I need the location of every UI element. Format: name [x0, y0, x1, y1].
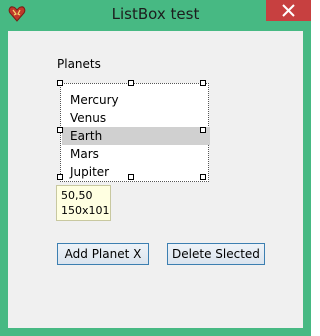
resize-handle-right[interactable]: [200, 127, 206, 133]
close-button[interactable]: [266, 0, 311, 21]
list-item[interactable]: Venus: [62, 109, 210, 127]
resize-handle-left[interactable]: [57, 127, 63, 133]
client-area: Planets Mercury Venus Earth Mars Jupiter…: [8, 31, 303, 328]
planets-label: Planets: [57, 57, 101, 71]
resize-handle-bottom-left[interactable]: [57, 174, 63, 180]
position-size-tooltip: 50,50 150x101: [56, 185, 111, 221]
tooltip-size: 150x101: [61, 204, 110, 217]
resize-handle-top[interactable]: [128, 80, 134, 86]
add-planet-button[interactable]: Add Planet X: [57, 243, 149, 265]
delete-selected-button[interactable]: Delete Slected: [167, 243, 265, 265]
resize-handle-top-right[interactable]: [200, 80, 206, 86]
list-item[interactable]: Mercury: [62, 91, 210, 109]
planets-listbox[interactable]: Mercury Venus Earth Mars Jupiter: [60, 83, 210, 182]
window-title: ListBox test: [111, 5, 200, 23]
resize-handle-top-left[interactable]: [57, 80, 63, 86]
title-bar[interactable]: ListBox test: [0, 0, 311, 30]
close-icon: [282, 4, 295, 17]
list-item[interactable]: Jupiter: [62, 163, 210, 181]
tooltip-position: 50,50: [61, 189, 93, 202]
resize-handle-bottom-right[interactable]: [200, 174, 206, 180]
app-window: ListBox test Planets Mercury Venus Earth…: [0, 0, 311, 336]
list-item-selected[interactable]: Earth: [62, 127, 210, 145]
resize-handle-bottom[interactable]: [128, 174, 134, 180]
list-item[interactable]: Mars: [62, 145, 210, 163]
